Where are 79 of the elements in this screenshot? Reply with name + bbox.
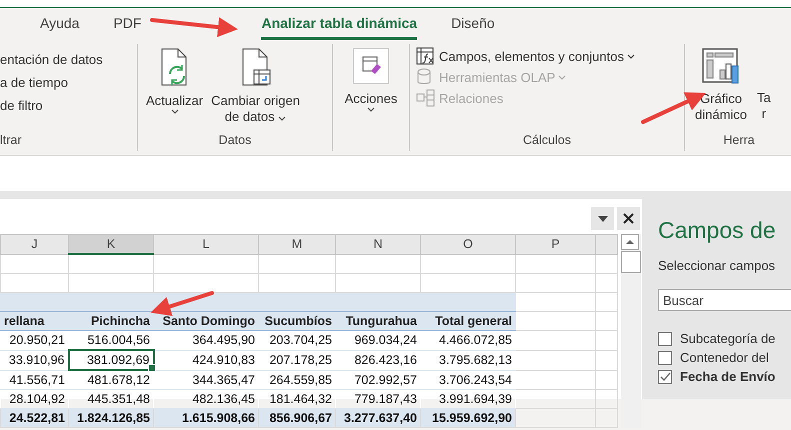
caret-icon (558, 74, 566, 80)
dropdown-button[interactable] (591, 207, 614, 230)
scroll-thumb[interactable] (621, 251, 641, 273)
table-cell: 3.795.682,13 (420, 350, 516, 370)
ribbon-button[interactable]: Gráfico dinámico (693, 44, 750, 126)
column-header[interactable]: K (68, 234, 154, 254)
ribbon-tab[interactable]: Ayuda (40, 8, 80, 40)
group-label: Datos (218, 133, 252, 147)
table-cell: 41.556,71 (0, 370, 68, 390)
field-item[interactable]: Fecha de Envío (658, 369, 791, 384)
group-label: Herra (722, 133, 756, 147)
table-cell: 364.495,90 (154, 330, 258, 350)
ribbon-tab[interactable]: Diseño (451, 8, 495, 40)
search-field[interactable]: Buscar (658, 289, 791, 311)
table-cell: 20.950,21 (0, 330, 68, 350)
column-header[interactable]: J (0, 234, 68, 254)
ribbon-button[interactable]: Acciones (339, 44, 403, 116)
checkbox[interactable] (658, 332, 672, 346)
scroll-up-icon[interactable] (621, 234, 639, 250)
table-cell: 203.704,25 (258, 330, 336, 350)
chart-icon (702, 48, 740, 84)
ribbon-button[interactable]: Ta r (755, 44, 773, 126)
ribbon-command[interactable]: Campos, elementos y conjuntos (416, 47, 678, 65)
caret-icon (367, 107, 375, 112)
table-cell: 481.678,12 (68, 370, 154, 390)
group-label: ltrar (0, 133, 23, 147)
caret-icon (170, 109, 179, 114)
table-cell: 702.992,57 (336, 370, 420, 390)
ribbon-button[interactable]: Actualizar (144, 44, 206, 128)
pivot-header-cell: Sucumbíos (258, 312, 336, 330)
group-label: Cálculos (522, 133, 572, 147)
table-cell: 826.423,16 (336, 350, 420, 370)
close-icon (623, 213, 634, 224)
checkbox[interactable] (658, 350, 672, 364)
ribbon-command[interactable]: entación de datos (0, 52, 131, 67)
pivot-header-cell: rellana (0, 312, 68, 330)
ribbon-button[interactable]: Cambiar origen de datos (209, 44, 302, 128)
checkbox[interactable] (658, 370, 672, 384)
table-cell: 3.706.243,54 (420, 370, 516, 390)
table-cell: 4.466.072,85 (420, 330, 516, 350)
table-cell: 1.615.908,66 (154, 408, 258, 428)
ribbon-command[interactable]: a de tiempo (0, 75, 131, 90)
arrow-annotation (150, 291, 214, 316)
ribbon-tab[interactable]: PDF (113, 8, 142, 40)
field-item[interactable]: Subcategoría de (658, 331, 791, 346)
table-cell: 15.959.692,90 (420, 408, 516, 428)
pivot-header-cell: Total general (420, 312, 516, 330)
pivot-header-cell: Tungurahua (336, 312, 420, 330)
ribbon-command[interactable]: de filtro (0, 98, 131, 113)
table-cell: 33.910,96 (0, 350, 68, 370)
table-cell: 424.910,83 (154, 350, 258, 370)
table-cell: 207.178,25 (258, 350, 336, 370)
table-cell: 3.277.637,40 (336, 408, 420, 428)
pane-title: Campos de (658, 217, 777, 244)
pivot-header-cell: Pichincha (68, 312, 154, 330)
table-cell: 969.034,24 (336, 330, 420, 350)
dropdown-icon (598, 216, 608, 222)
function-icon (416, 47, 436, 65)
document-table-icon (240, 48, 271, 86)
caret-icon (626, 54, 635, 58)
pane-subtitle: Seleccionar campos (658, 258, 776, 273)
column-header[interactable]: P (516, 234, 596, 254)
column-header[interactable]: O (420, 234, 516, 254)
caret-icon (278, 116, 286, 121)
table-cell: 1.824.126,85 (68, 408, 154, 428)
ribbon-tab[interactable]: Analizar tabla dinámica (261, 8, 418, 40)
pivot-header-cell: Santo Domingo (154, 312, 258, 330)
actions-icon (353, 48, 389, 84)
table-cell: 264.559,85 (258, 370, 336, 390)
table-cell: 381.092,69 (68, 350, 154, 370)
column-header[interactable]: N (336, 234, 420, 254)
column-header[interactable]: L (154, 234, 258, 254)
table-cell: 344.365,47 (154, 370, 258, 390)
relations-icon (416, 89, 436, 107)
table-cell: 856.906,67 (258, 408, 336, 428)
field-item[interactable]: Contenedor del (658, 350, 791, 365)
column-header[interactable]: M (258, 234, 336, 254)
table-cell: 24.522,81 (0, 408, 68, 428)
close-button[interactable] (617, 207, 640, 230)
